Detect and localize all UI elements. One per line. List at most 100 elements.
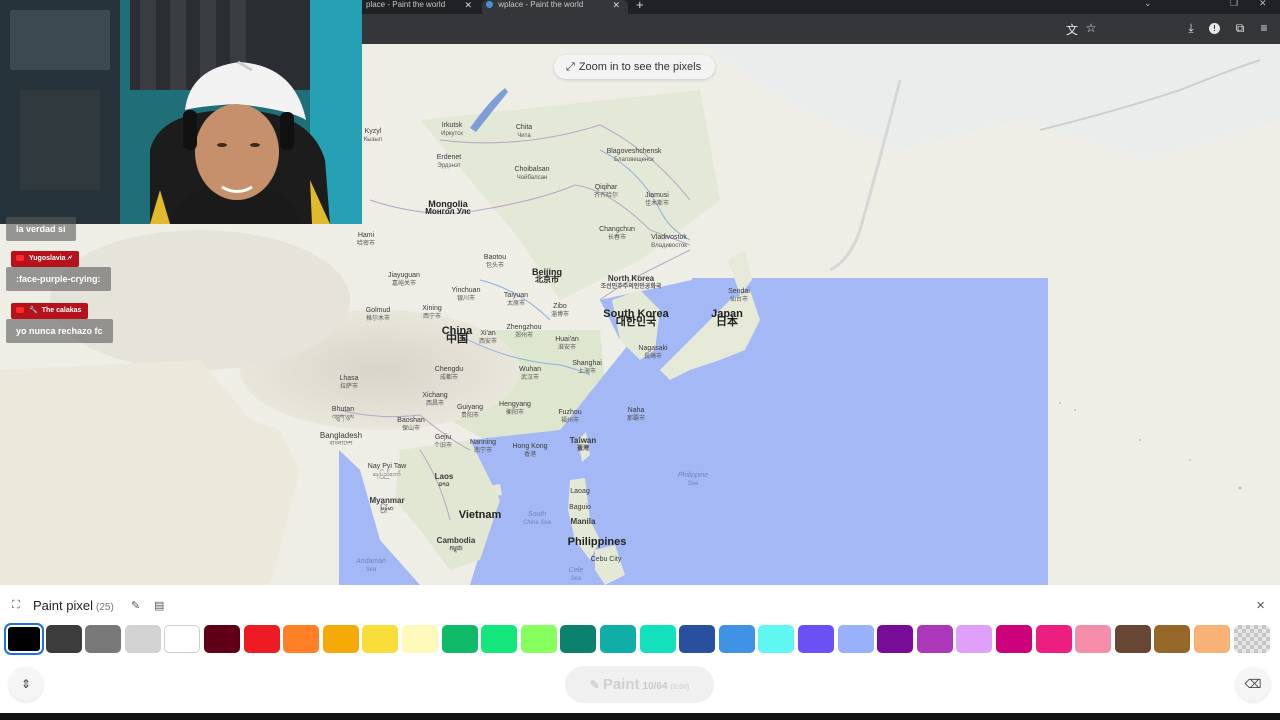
eraser-icon: ⌫	[1244, 677, 1262, 691]
map-label: Erdenet Эрдэнэт	[436, 154, 462, 169]
chat-username-badge: 🔧 The calakas	[11, 303, 89, 319]
map-label: Taiyuan 太原市	[503, 292, 529, 307]
puzzle-icon[interactable]: ⧉	[1233, 21, 1247, 36]
color-swatch-black[interactable]	[4, 623, 44, 655]
map-label: Nanning 南宁市	[469, 439, 497, 454]
map-label-country: Bangladesh বাংলাদেশ	[319, 431, 363, 448]
extension-icon[interactable]: !	[1209, 23, 1220, 34]
chat-message: yo nunca rechazo fc	[6, 319, 113, 343]
expand-toggle-button[interactable]: ⇕	[9, 667, 43, 701]
map-label: Lhasa 拉萨市	[339, 375, 359, 390]
color-swatch-dark-gray[interactable]	[45, 625, 82, 653]
color-swatch-purple[interactable]	[916, 625, 953, 653]
color-swatch-dark-pink[interactable]	[996, 625, 1032, 653]
pencil-icon[interactable]: ✎	[131, 599, 140, 612]
map-label: Chita Чита	[515, 124, 533, 139]
chevron-down-icon[interactable]: ⌄	[1144, 0, 1152, 9]
paint-timer: (0:00)	[670, 684, 690, 691]
color-swatch-light-green[interactable]	[520, 625, 557, 653]
color-swatch-dark-brown[interactable]	[1114, 625, 1151, 653]
color-swatch-light-teal[interactable]	[639, 625, 676, 653]
color-swatch-dark-purple[interactable]	[877, 625, 914, 653]
color-swatch-light-yellow[interactable]	[402, 625, 438, 653]
star-icon[interactable]: ☆	[1084, 21, 1098, 35]
map-label-country: North Korea 조선민주주의인민공화국	[600, 274, 662, 291]
eraser-button[interactable]: ⌫	[1236, 667, 1270, 701]
color-swatch-white[interactable]	[164, 625, 201, 653]
color-swatch-light-purple[interactable]	[956, 625, 993, 653]
close-icon[interactable]: ✕	[464, 0, 472, 10]
color-swatch-light-pink[interactable]	[1075, 625, 1112, 653]
new-tab-icon[interactable]: +	[636, 0, 644, 12]
map-label-country: Myanmar မြန်မာ	[369, 496, 405, 513]
color-swatch-transparent[interactable]	[1233, 625, 1270, 653]
zoom-icon: ⤢	[566, 61, 575, 73]
map-label: Gejiu 个旧市	[433, 434, 453, 449]
color-swatch-dark-blue[interactable]	[679, 625, 716, 653]
map-label-country: Vietnam	[458, 509, 502, 521]
color-swatch-gray[interactable]	[85, 625, 122, 653]
color-swatch-brown[interactable]	[1154, 625, 1191, 653]
map-label: Zhengzhou 郑州市	[506, 324, 542, 339]
browser-tab-active[interactable]: wplace - Paint the world ✕	[482, 0, 628, 14]
map-label: Yinchuan 银川市	[451, 287, 481, 302]
map-label: Hong Kong 香港	[512, 443, 548, 458]
color-swatch-orange[interactable]	[283, 625, 320, 653]
download-icon[interactable]: ⤓	[1184, 21, 1198, 36]
color-swatch-light-gray[interactable]	[124, 625, 161, 653]
youtube-icon	[16, 307, 24, 314]
color-swatch-teal[interactable]	[600, 625, 636, 653]
close-window-icon[interactable]: ✕	[1259, 0, 1267, 9]
map-label: Baguio	[569, 504, 591, 511]
color-swatch-blue[interactable]	[718, 625, 755, 653]
browser-tab[interactable]: place - Paint the world ✕	[362, 0, 480, 14]
color-swatch-pink[interactable]	[1035, 625, 1072, 653]
webcam-video	[0, 0, 362, 224]
color-swatch-dark-green[interactable]	[441, 625, 478, 653]
map-label-country: Taiwan 臺灣	[569, 436, 597, 453]
restore-window-icon[interactable]: ❐	[1230, 0, 1238, 9]
youtube-icon	[16, 255, 24, 262]
map-label-country: Laos ລາວ	[434, 472, 454, 489]
map-label: Cebu City	[590, 556, 622, 563]
map-label: Zibo 淄博市	[550, 303, 570, 318]
color-swatch-cyan[interactable]	[758, 625, 795, 653]
close-icon[interactable]: ✕	[612, 0, 620, 10]
chat-username-badge: Yugoslavia 🗲	[11, 251, 80, 267]
map-label: Hengyang 衡阳市	[499, 401, 531, 416]
map-label: Changchun 长春市	[599, 226, 635, 241]
paint-button[interactable]: ✎ Paint 10/64 (0:00)	[565, 666, 714, 703]
color-swatch-beige[interactable]	[1194, 625, 1230, 653]
map-label: Jiamusi 佳木斯市	[644, 192, 670, 207]
color-swatch-deep-red[interactable]	[204, 625, 240, 653]
map-label: Xining 西宁市	[422, 305, 442, 320]
color-swatch-green[interactable]	[481, 625, 518, 653]
map-label: Irkutsk Иркутск	[441, 122, 463, 137]
os-taskbar	[0, 713, 1280, 720]
color-swatch-yellow[interactable]	[362, 625, 399, 653]
map-label: Qiqihar 齐齐哈尔	[593, 184, 619, 199]
menu-icon[interactable]: ≡	[1257, 21, 1271, 35]
map-label-sea: Andaman Sea	[356, 558, 386, 573]
panel-title: Paint pixel (25)	[33, 598, 114, 613]
brush-icon: ✎	[589, 678, 600, 692]
map-label: Golmud 格尔木市	[365, 307, 391, 322]
color-swatch-light-indigo[interactable]	[837, 625, 874, 653]
map-label: Baotou 包头市	[483, 254, 507, 269]
color-swatch-gold[interactable]	[322, 625, 359, 653]
palette-icon[interactable]: ▤	[154, 599, 164, 612]
color-swatch-dark-teal[interactable]	[560, 625, 597, 653]
map-label: Kyzyl Кызыл	[363, 128, 383, 143]
close-icon[interactable]: ✕	[1256, 599, 1265, 612]
tab-title: wplace - Paint the world	[498, 0, 584, 9]
map-label-sea: Cele Sea	[568, 567, 584, 582]
map-label-country: Japan 日本	[711, 308, 743, 328]
map-label-country: South Korea 대한민국	[603, 308, 669, 328]
map-label: Huai'an 淮安市	[555, 336, 579, 351]
color-swatch-red[interactable]	[243, 625, 280, 653]
wrench-icon: 🔧	[29, 307, 38, 314]
translate-icon[interactable]: 文	[1065, 21, 1079, 38]
chevron-updown-icon: ⇕	[20, 677, 32, 691]
color-swatch-indigo[interactable]	[798, 625, 834, 653]
collapse-panel-icon[interactable]: ⛶	[12, 599, 20, 612]
